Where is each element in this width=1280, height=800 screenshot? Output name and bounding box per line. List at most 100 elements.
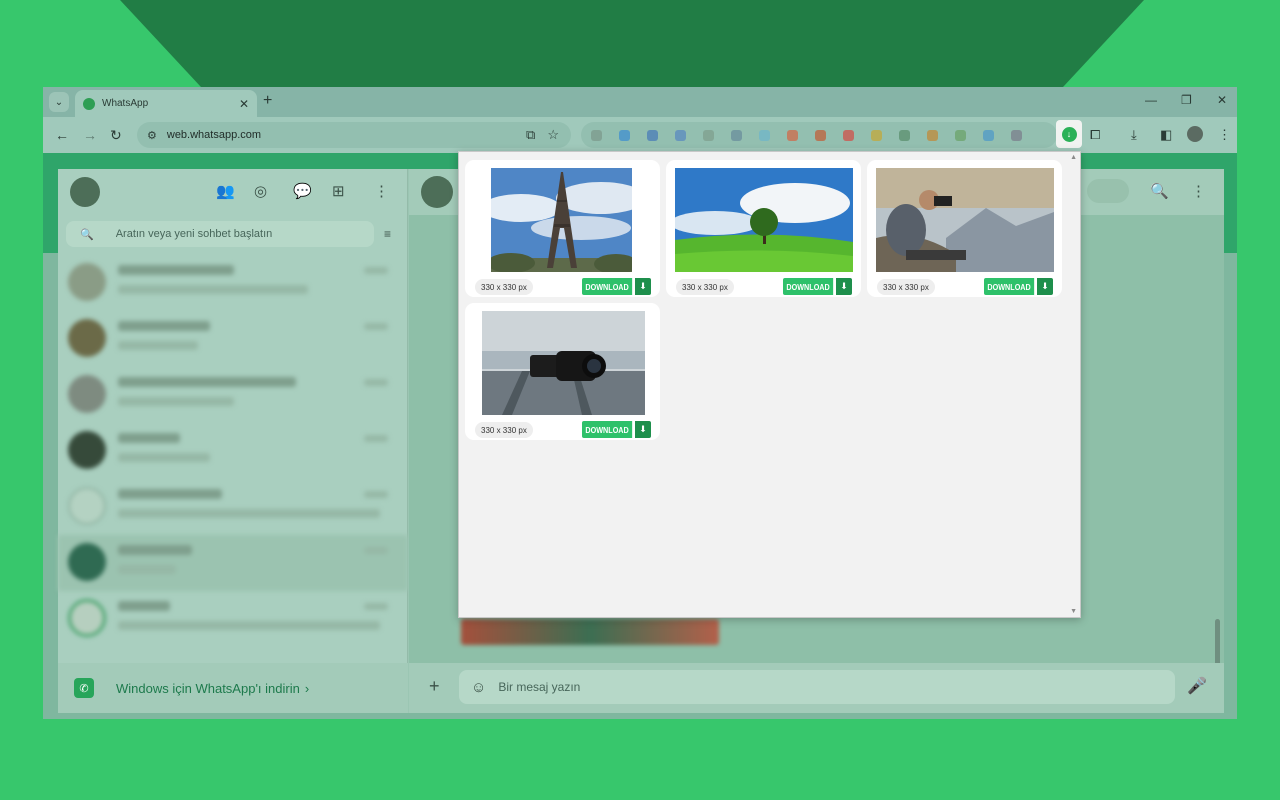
- search-input[interactable]: [115, 228, 356, 240]
- back-icon[interactable]: ←: [55, 127, 69, 143]
- download-icon: ⬇: [1037, 278, 1053, 295]
- extension-icon[interactable]: [759, 130, 770, 141]
- message-input-box: ☺: [459, 670, 1175, 704]
- minimize-button[interactable]: —: [1145, 93, 1157, 107]
- image-size-badge: 330 x 330 px: [877, 279, 935, 295]
- download-button-label: DOWNLOAD: [582, 278, 633, 295]
- download-button[interactable]: DOWNLOAD ⬇: [984, 278, 1053, 295]
- download-icon: ⬇: [635, 278, 651, 295]
- emoji-icon[interactable]: ☺: [471, 679, 486, 696]
- extension-icon[interactable]: [787, 130, 798, 141]
- download-icon: ⬇: [635, 421, 651, 438]
- chevron-right-icon: ›: [304, 680, 310, 696]
- filter-icon[interactable]: ≡: [384, 227, 391, 241]
- menu-icon[interactable]: ⋮: [1191, 182, 1206, 200]
- extension-icon[interactable]: [647, 130, 658, 141]
- extension-icon[interactable]: [675, 130, 686, 141]
- extension-icon[interactable]: [619, 130, 630, 141]
- image-card: 330 x 330 px DOWNLOAD ⬇: [666, 160, 861, 297]
- tab-title: WhatsApp: [102, 98, 149, 109]
- status-icon[interactable]: ◎: [254, 182, 267, 200]
- communities-icon[interactable]: 👥: [216, 182, 235, 200]
- side-panel-icon[interactable]: ◧: [1160, 127, 1172, 143]
- message-input[interactable]: [498, 680, 1099, 694]
- attach-icon[interactable]: +: [429, 676, 440, 697]
- restore-button[interactable]: ❐: [1181, 93, 1192, 107]
- image-camera-on-wooden-deck[interactable]: [482, 311, 645, 415]
- new-tab-button[interactable]: +: [263, 92, 272, 110]
- download-arrow-icon: ↓: [1061, 126, 1077, 142]
- background-shape: [120, 0, 1144, 88]
- microphone-icon[interactable]: 🎤: [1187, 676, 1207, 696]
- reload-icon[interactable]: ↻: [110, 127, 122, 144]
- tab-whatsapp[interactable]: WhatsApp ✕: [75, 90, 257, 117]
- menu-icon[interactable]: ⋮: [374, 182, 389, 200]
- download-icon: ⬇: [836, 278, 852, 295]
- list-item[interactable]: [58, 423, 408, 479]
- extension-icon[interactable]: [731, 130, 742, 141]
- download-app-banner[interactable]: ✆ Windows için WhatsApp'ı indirin ›: [58, 663, 408, 713]
- channels-icon[interactable]: 💬: [293, 182, 312, 200]
- my-avatar[interactable]: [70, 177, 100, 207]
- image-size-badge: 330 x 330 px: [475, 422, 533, 438]
- tab-search-button[interactable]: ⌄: [49, 92, 69, 112]
- extension-icon[interactable]: [899, 130, 910, 141]
- download-button-label: DOWNLOAD: [582, 421, 633, 438]
- download-button[interactable]: DOWNLOAD ⬇: [582, 421, 651, 438]
- list-item[interactable]: [58, 255, 408, 311]
- chat-list: [58, 255, 408, 647]
- list-item[interactable]: [58, 311, 408, 367]
- close-window-button[interactable]: ✕: [1217, 93, 1227, 107]
- download-button[interactable]: DOWNLOAD ⬇: [582, 278, 651, 295]
- image-downloader-extension-button[interactable]: ↓: [1056, 120, 1082, 148]
- message-bubble: [461, 619, 719, 645]
- search-icon: 🔍: [80, 228, 94, 241]
- extension-icon[interactable]: [703, 130, 714, 141]
- profile-avatar[interactable]: [1187, 126, 1203, 142]
- url-text: web.whatsapp.com: [166, 129, 262, 141]
- extension-icon[interactable]: [843, 130, 854, 141]
- scroll-down-arrow-icon[interactable]: ▼: [1070, 608, 1077, 615]
- chat-search: 🔍: [66, 221, 374, 247]
- download-button-label: DOWNLOAD: [984, 278, 1035, 295]
- scroll-up-arrow-icon[interactable]: ▲: [1070, 154, 1077, 161]
- extension-icon[interactable]: [955, 130, 966, 141]
- forward-icon[interactable]: →: [83, 127, 97, 143]
- browser-toolbar: ← → ↻ ⚙ web.whatsapp.com ⧉ ☆ ↓ ⧠ ⤓ ◧ ⋮: [43, 117, 1237, 153]
- image-card: 330 x 330 px DOWNLOAD ⬇: [465, 303, 660, 440]
- download-button-label: DOWNLOAD: [783, 278, 834, 295]
- image-card: 330 x 330 px DOWNLOAD ⬇: [465, 160, 660, 297]
- list-item[interactable]: [58, 535, 408, 591]
- downloads-icon[interactable]: ⤓: [1131, 127, 1137, 143]
- contact-avatar[interactable]: [421, 176, 453, 208]
- whatsapp-logo-icon: ✆: [74, 678, 94, 698]
- video-call-button[interactable]: [1087, 179, 1129, 203]
- bookmark-star-icon[interactable]: ☆: [547, 127, 559, 143]
- image-eiffel-tower[interactable]: [491, 168, 632, 272]
- image-photographer-on-rock[interactable]: [876, 168, 1054, 272]
- download-app-link[interactable]: Windows için WhatsApp'ı indirin: [116, 681, 300, 696]
- extension-icon[interactable]: [1011, 130, 1022, 141]
- install-app-icon[interactable]: ⧉: [526, 127, 535, 143]
- list-item[interactable]: [58, 591, 408, 647]
- new-chat-icon[interactable]: ⊞: [332, 182, 345, 200]
- extension-icon[interactable]: [815, 130, 826, 141]
- site-info-icon[interactable]: ⚙: [147, 129, 157, 142]
- search-icon[interactable]: 🔍: [1150, 182, 1169, 200]
- message-composer: + ☺ 🎤: [409, 663, 1224, 713]
- image-tree-on-green-hill[interactable]: [675, 168, 853, 272]
- extension-icon[interactable]: [871, 130, 882, 141]
- list-item[interactable]: [58, 367, 408, 423]
- extension-icon[interactable]: [983, 130, 994, 141]
- image-size-badge: 330 x 330 px: [475, 279, 533, 295]
- extension-icon[interactable]: [927, 130, 938, 141]
- browser-menu-icon[interactable]: ⋮: [1218, 127, 1231, 143]
- list-item[interactable]: [58, 479, 408, 535]
- extensions-puzzle-icon[interactable]: ⧠: [1090, 127, 1100, 143]
- address-bar[interactable]: ⚙ web.whatsapp.com ⧉ ☆: [137, 122, 571, 148]
- tab-close-icon[interactable]: ✕: [239, 97, 249, 111]
- image-card: 330 x 330 px DOWNLOAD ⬇: [867, 160, 1062, 297]
- download-button[interactable]: DOWNLOAD ⬇: [783, 278, 852, 295]
- extension-icon[interactable]: [591, 130, 602, 141]
- tab-strip: ⌄ WhatsApp ✕ + — ❐ ✕: [43, 87, 1237, 117]
